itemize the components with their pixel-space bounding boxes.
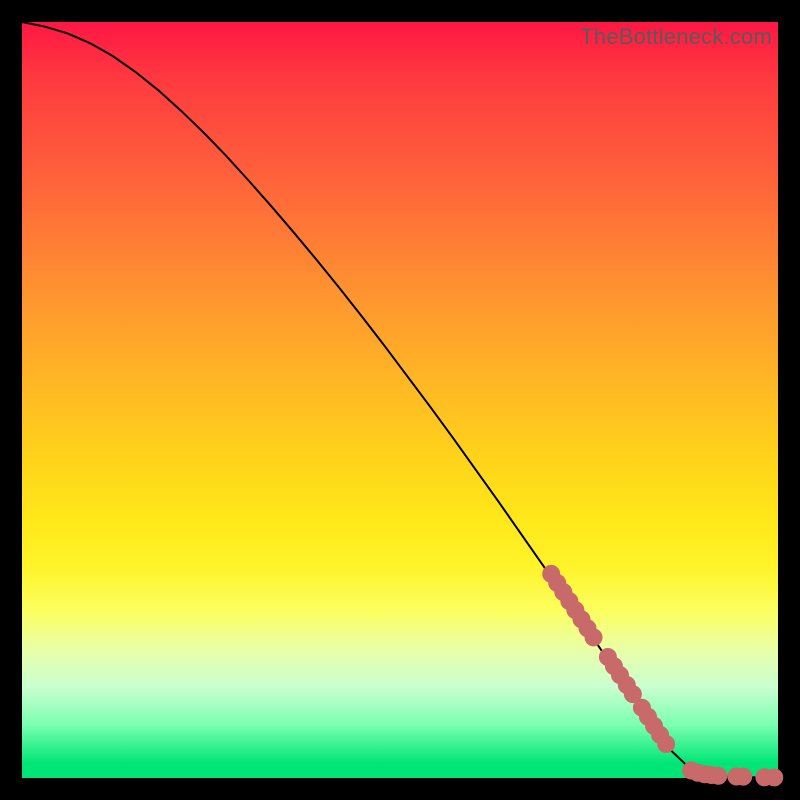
data-marker [710, 767, 727, 784]
data-marker [766, 769, 783, 786]
data-markers [543, 565, 783, 786]
watermark-label: TheBottleneck.com [580, 24, 772, 50]
data-marker [658, 735, 675, 752]
data-marker [585, 629, 602, 646]
data-marker [735, 768, 752, 785]
chart-svg [22, 22, 778, 778]
bottleneck-curve-line [22, 22, 778, 777]
chart-frame: TheBottleneck.com [22, 22, 778, 778]
